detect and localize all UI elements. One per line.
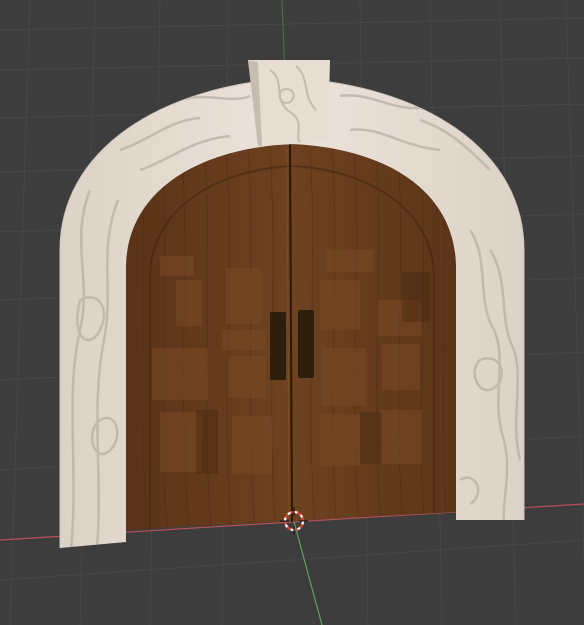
door-handle-left[interactable]: [270, 312, 286, 380]
3d-viewport[interactable]: [0, 0, 584, 625]
y-axis-line: [293, 521, 323, 625]
door-handle-right[interactable]: [298, 310, 314, 378]
arch-keystone[interactable]: [248, 60, 330, 146]
viewport-scene[interactable]: [0, 0, 584, 625]
door[interactable]: [126, 143, 456, 540]
